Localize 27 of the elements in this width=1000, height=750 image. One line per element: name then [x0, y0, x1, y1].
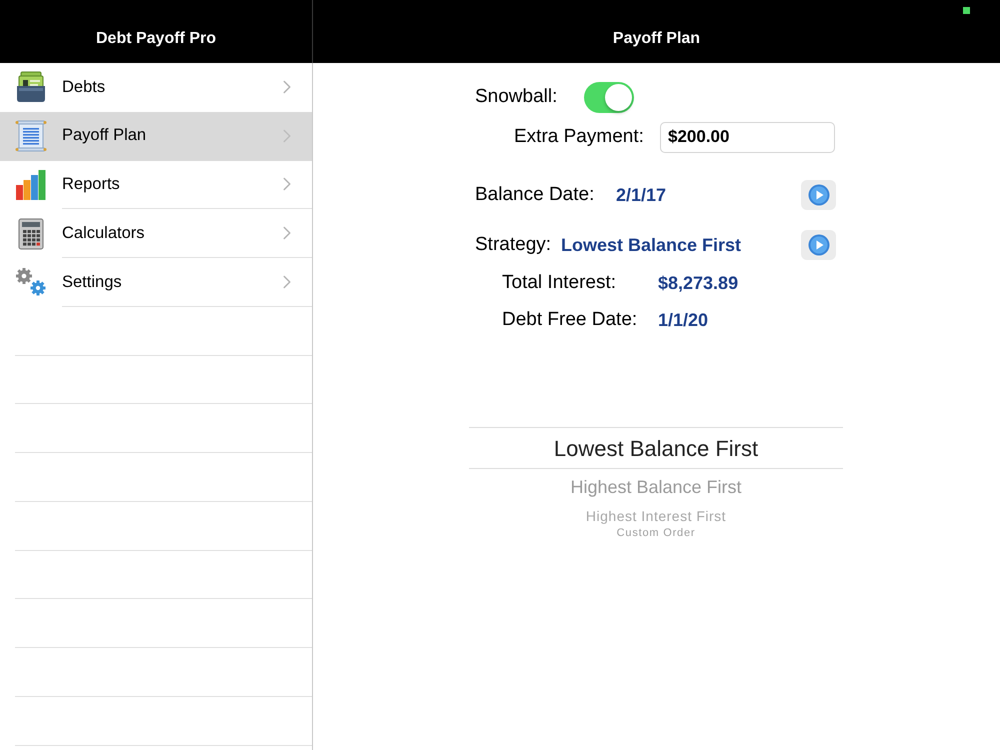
extra-payment-field[interactable]: $200.00 [660, 122, 835, 152]
disclosure-button[interactable] [801, 230, 836, 260]
snowball-toggle[interactable] [584, 82, 634, 112]
picker-option[interactable]: Lowest Balance First [469, 427, 843, 469]
bar-chart-icon [14, 168, 46, 201]
sidebar-item[interactable]: Payoff Plan [0, 112, 312, 160]
app-title: Debt Payoff Pro [96, 29, 216, 49]
sidebar-item[interactable]: Reports [0, 160, 312, 210]
snowball-label: Snowball: [475, 84, 558, 109]
strategy-value: Lowest Balance First [561, 234, 742, 256]
document-scroll-icon [14, 120, 46, 152]
balance-date-label: Balance Date: [475, 182, 594, 207]
extra-payment-label: Extra Payment: [514, 124, 644, 149]
page-title: Payoff Plan [612, 29, 700, 49]
play-icon [808, 184, 830, 206]
balance-date-value: 2/1/17 [616, 184, 666, 206]
calculator-icon [18, 218, 44, 250]
card-drawer-icon [16, 71, 46, 104]
gears-icon [14, 267, 46, 298]
total-interest-value: $8,273.89 [658, 272, 738, 294]
debt-free-date-label: Debt Free Date: [502, 308, 638, 332]
debt-free-date-value: 1/1/20 [658, 308, 708, 332]
total-interest-label: Total Interest: [502, 270, 616, 295]
play-icon [808, 234, 830, 256]
status-square-icon [963, 7, 970, 14]
strategy-label: Strategy: [475, 232, 552, 257]
disclosure-button[interactable] [801, 180, 836, 210]
